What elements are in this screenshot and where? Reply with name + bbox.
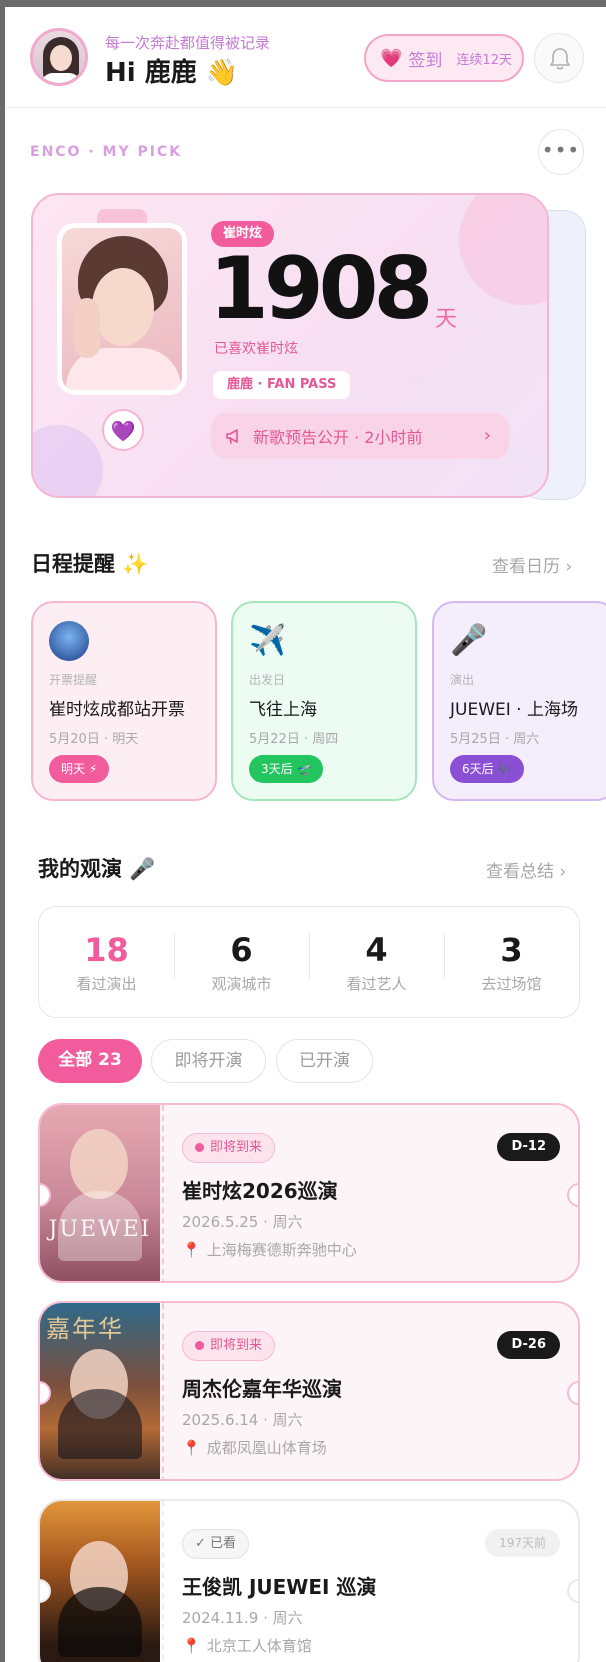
chevron-right-icon: › [483, 425, 491, 446]
poster-text: JUEWEI [48, 1217, 152, 1242]
status-badge: ✓ 已看 [182, 1529, 250, 1559]
location-pin-icon: 📍 [182, 1241, 201, 1259]
news-banner[interactable]: 新歌预告公开 · 2小时前 › [211, 413, 509, 459]
my-shows-title: 我的观演 🎤 [38, 857, 156, 881]
view-summary-link[interactable]: 查看总结 › [486, 857, 566, 882]
schedule-card-show[interactable]: 🎤 演出 JUEWEI · 上海场 5月25日 · 周六 6天后 🎶 [432, 601, 606, 801]
schedule-countdown-chip: 6天后 🎶 [450, 755, 525, 783]
stat-value: 3 [500, 930, 523, 969]
schedule-kind: 开票提醒 [49, 673, 98, 687]
show-poster [40, 1501, 160, 1662]
signin-streak: 连续12天 [456, 52, 512, 68]
venue-text: 上海梅赛德斯奔驰中心 [206, 1241, 357, 1259]
venue-text: 北京工人体育馆 [206, 1637, 312, 1655]
poster-text: 嘉年华 [46, 1315, 124, 1343]
more-options-button[interactable]: ••• [538, 129, 584, 175]
ticket-card[interactable]: JUEWEI 即将到来 D-12 崔时炫2026巡演 2026.5.25 · 周… [38, 1103, 580, 1283]
schedule-date: 5月25日 · 周六 [450, 732, 540, 747]
window-top-edge [0, 0, 606, 7]
user-avatar[interactable] [30, 28, 88, 86]
show-poster: 嘉年华 [40, 1303, 160, 1479]
section-label: ENCO · MY PICK [30, 144, 183, 160]
status-badge: 即将到来 [182, 1133, 276, 1163]
schedule-title-text: 飞往上海 [249, 700, 317, 720]
header-greeting: Hi 鹿鹿 👋 [105, 58, 239, 88]
stat-value: 6 [230, 930, 253, 969]
signin-button[interactable]: 💗 签到 连续12天 [364, 34, 524, 82]
fan-card[interactable]: 💜 崔时炫 1908 天 已喜欢崔时炫 鹿鹿 · FAN PASS 新歌预告公开… [31, 193, 549, 498]
heart-icon: 💗 [380, 47, 403, 69]
artist-photo [57, 223, 187, 395]
header-slogan: 每一次奔赴都值得被记录 [105, 34, 271, 52]
schedule-kind: 出发日 [249, 673, 286, 687]
signin-label: 签到 [408, 50, 443, 71]
purple-heart-icon[interactable]: 💜 [102, 409, 144, 451]
show-venue: 📍 上海梅赛德斯奔驰中心 [182, 1239, 357, 1260]
show-title: 王俊凯 JUEWEI 巡演 [182, 1575, 377, 1599]
show-date: 2025.6.14 · 周六 [182, 1411, 303, 1429]
megaphone-icon [226, 429, 238, 444]
status-text: 即将到来 [210, 1140, 263, 1155]
stat-value: 4 [365, 930, 388, 969]
countdown-badge: D-26 [497, 1331, 560, 1359]
stat-label: 看过艺人 [346, 974, 407, 993]
schedule-card-departure[interactable]: ✈️ 出发日 飞往上海 5月22日 · 周四 3天后 🛫 [231, 601, 417, 801]
schedule-kind: 演出 [450, 673, 475, 687]
elapsed-badge: 197天前 [485, 1529, 560, 1557]
schedule-countdown-chip: 明天 ⚡ [49, 755, 110, 783]
venue-text: 成都凤凰山体育场 [206, 1439, 327, 1457]
header-divider [5, 107, 606, 108]
stat-value: 18 [84, 930, 129, 969]
window-left-edge [0, 0, 5, 1662]
stat-label: 去过场馆 [481, 974, 542, 993]
schedule-date: 5月20日 · 明天 [49, 732, 139, 747]
stat-label: 观演城市 [211, 974, 272, 993]
filter-upcoming[interactable]: 即将开演 [151, 1039, 266, 1083]
stat-cities[interactable]: 6 观演城市 [174, 931, 309, 994]
bell-icon [550, 48, 570, 70]
location-pin-icon: 📍 [182, 1439, 201, 1457]
artist-avatar [49, 621, 89, 661]
schedule-title: 日程提醒 ✨ [31, 552, 149, 576]
status-text: 即将到来 [210, 1338, 263, 1353]
fan-pass-label: 鹿鹿 · FAN PASS [213, 371, 351, 399]
location-pin-icon: 📍 [182, 1637, 201, 1655]
show-venue: 📍 成都凤凰山体育场 [182, 1437, 327, 1458]
view-calendar-link[interactable]: 查看日历 › [492, 552, 572, 577]
page: 每一次奔赴都值得被记录 Hi 鹿鹿 👋 💗 签到 连续12天 ENCO · MY… [0, 0, 606, 1662]
days-count: 1908 [209, 239, 433, 339]
status-dot-icon [195, 1341, 204, 1350]
liked-text: 已喜欢崔时炫 [214, 341, 298, 357]
show-poster: JUEWEI [40, 1105, 160, 1281]
schedule-countdown-chip: 3天后 🛫 [249, 755, 324, 783]
notification-button[interactable] [534, 33, 584, 83]
schedule-date: 5月22日 · 周四 [249, 732, 339, 747]
ticket-card[interactable]: 嘉年华 即将到来 D-26 周杰伦嘉年华巡演 2025.6.14 · 周六 📍 成… [38, 1301, 580, 1481]
filter-all[interactable]: 全部 23 [38, 1039, 142, 1083]
schedule-title-text: 崔时炫成都站开票 [49, 700, 185, 720]
show-title: 周杰伦嘉年华巡演 [182, 1377, 342, 1401]
filter-started[interactable]: 已开演 [276, 1039, 373, 1083]
show-date: 2024.11.9 · 周六 [182, 1609, 303, 1627]
stat-venues[interactable]: 3 去过场馆 [444, 931, 579, 994]
show-date: 2026.5.25 · 周六 [182, 1213, 303, 1231]
schedule-title-text: JUEWEI · 上海场 [450, 700, 578, 720]
show-venue: 📍 北京工人体育馆 [182, 1635, 312, 1656]
ticket-card[interactable]: ✓ 已看 197天前 王俊凯 JUEWEI 巡演 2024.11.9 · 周六 … [38, 1499, 580, 1662]
stat-shows[interactable]: 18 看过演出 [39, 931, 174, 994]
countdown-badge: D-12 [497, 1133, 560, 1161]
news-text: 新歌预告公开 · 2小时前 [253, 428, 423, 447]
stat-label: 看过演出 [76, 974, 137, 993]
microphone-icon: 🎤 [450, 623, 488, 658]
stats-panel: 18 看过演出 6 观演城市 4 看过艺人 3 去过场馆 [38, 906, 580, 1018]
status-dot-icon [195, 1143, 204, 1152]
show-title: 崔时炫2026巡演 [182, 1179, 338, 1203]
days-unit: 天 [435, 307, 458, 332]
status-badge: 即将到来 [182, 1331, 276, 1361]
airplane-icon: ✈️ [249, 623, 287, 658]
schedule-card-ticket-sale[interactable]: 开票提醒 崔时炫成都站开票 5月20日 · 明天 明天 ⚡ [31, 601, 217, 801]
stat-artists[interactable]: 4 看过艺人 [309, 931, 444, 994]
